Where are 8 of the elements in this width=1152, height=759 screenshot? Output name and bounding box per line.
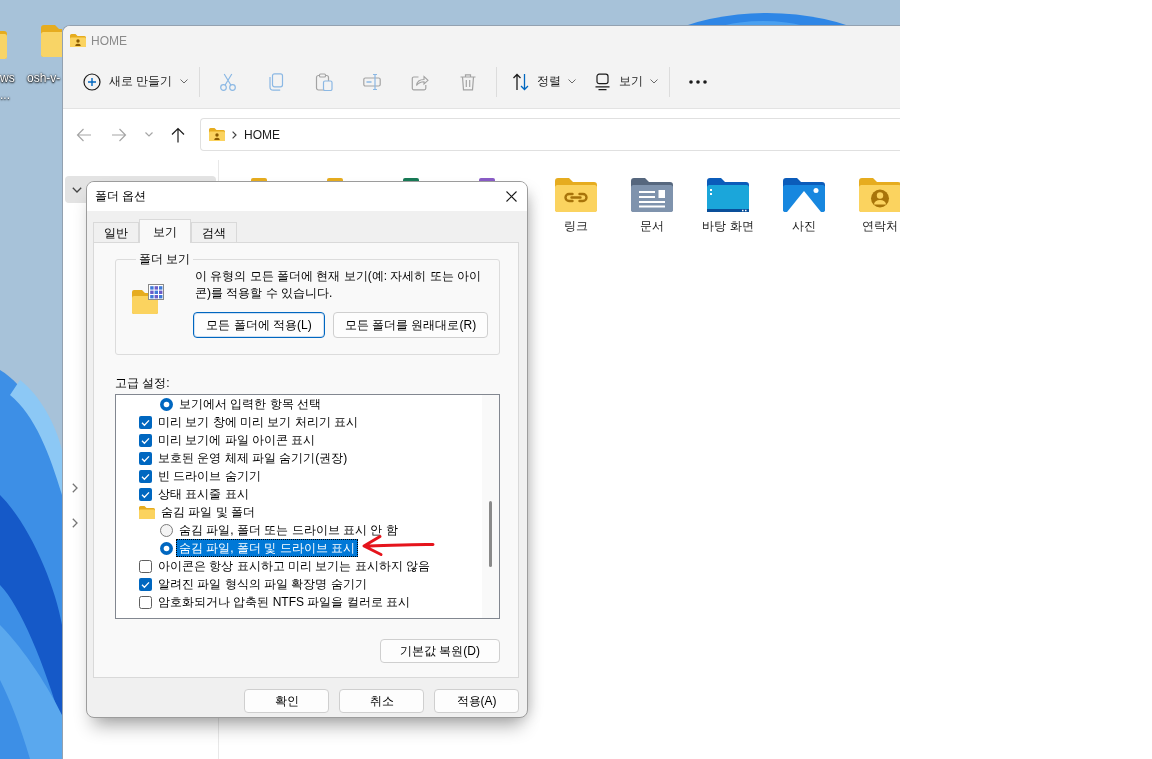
icon-label: ws <box>0 70 15 87</box>
icon-label: ... <box>0 87 11 104</box>
dialog-title: 폴더 옵션 <box>95 188 148 205</box>
icon-label: osh-v- <box>27 70 61 87</box>
section-label: 고급 설정: <box>115 375 171 392</box>
group-title: 폴더 보기 <box>138 252 192 267</box>
window-title: HOME <box>91 33 127 48</box>
description-text: 이 유형의 모든 폴더에 현재 보기(예: 자세히 또는 아이콘)를 적용할 수 있습니다. <box>194 268 482 302</box>
